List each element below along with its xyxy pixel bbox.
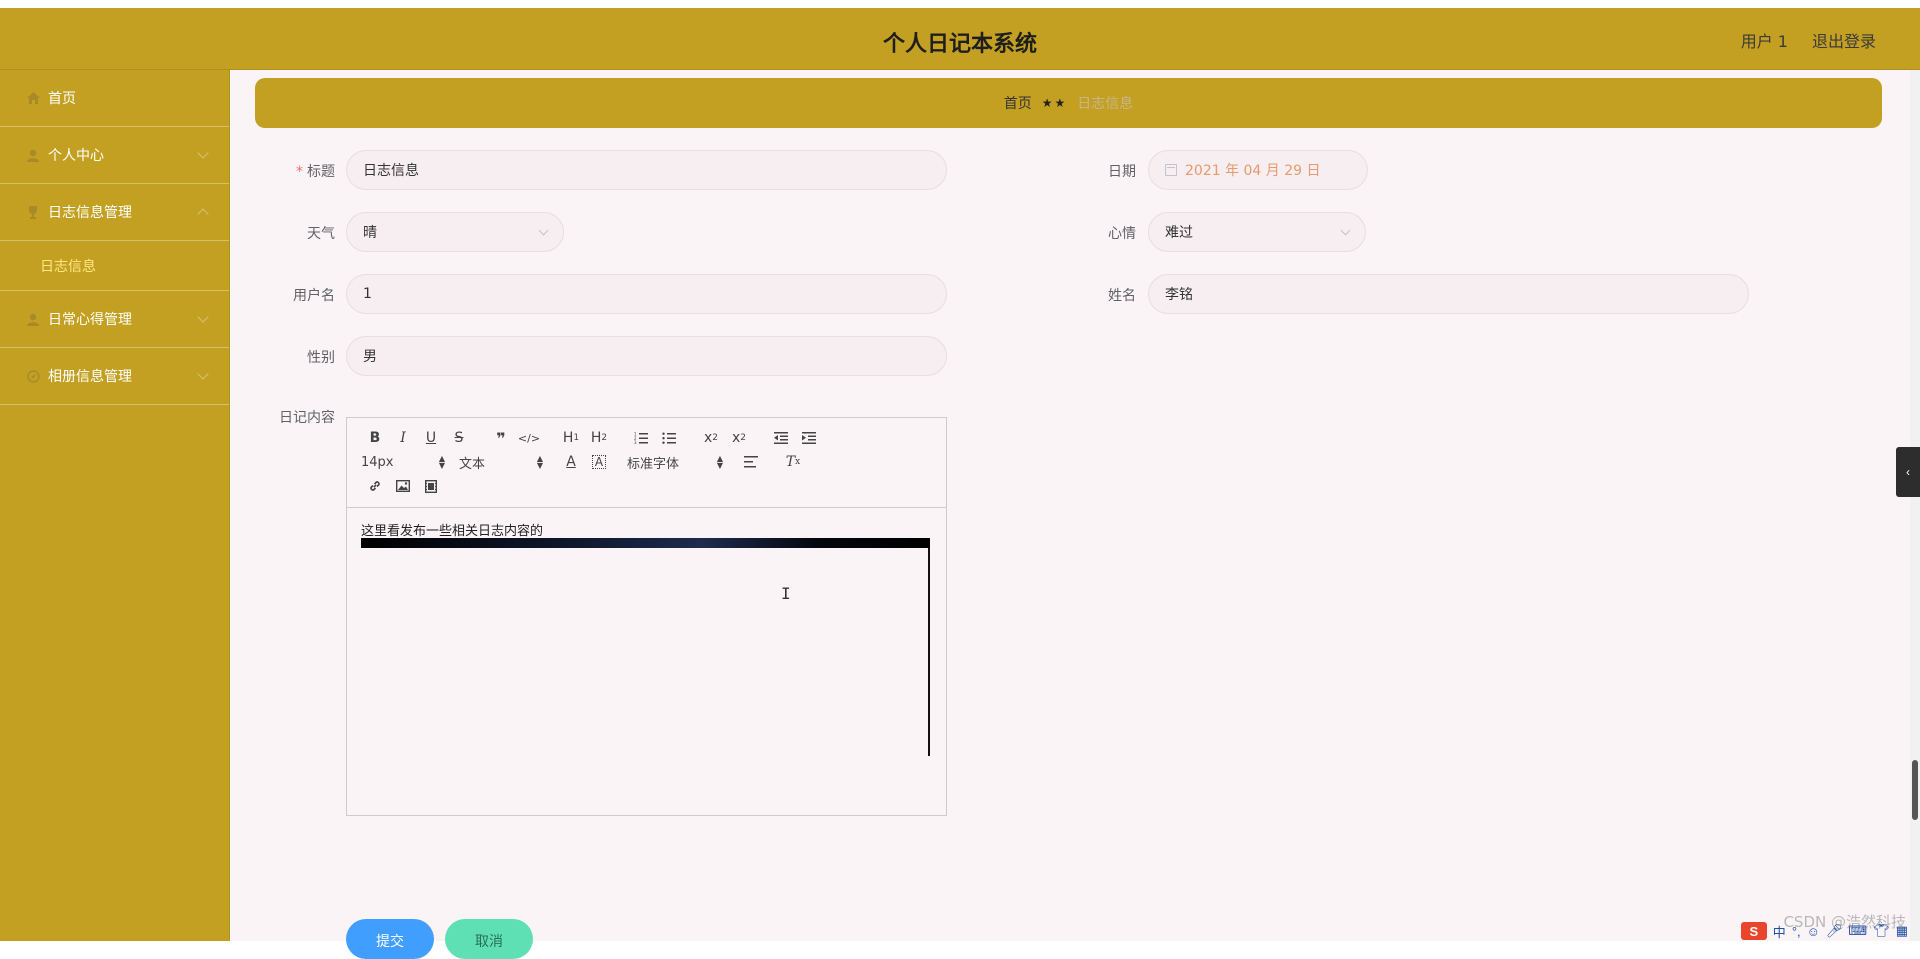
- rich-text-editor: B I U S ❞ </> H1 H2 123 x2 x2 14px ▲ ▼ 文…: [346, 417, 947, 816]
- sidebar-item-insights-manage[interactable]: 日常心得管理: [0, 291, 229, 348]
- title-input[interactable]: 日志信息: [346, 150, 947, 190]
- underline-button[interactable]: U: [417, 427, 445, 449]
- svg-text:3: 3: [634, 440, 637, 444]
- weather-label: 天气: [307, 226, 335, 242]
- chevron-left-icon: ‹: [1906, 465, 1910, 479]
- page-scrollbar[interactable]: [1910, 70, 1920, 941]
- sidebar-item-home[interactable]: 首页: [0, 70, 229, 127]
- breadcrumb: 首页 ★★ 日志信息: [255, 78, 1882, 128]
- emoji-icon[interactable]: ☺: [1807, 924, 1820, 939]
- user-icon: [26, 312, 40, 326]
- subscript-button[interactable]: x2: [697, 427, 725, 449]
- header: 个人日记本系统 用户 1 退出登录: [0, 8, 1920, 70]
- required-mark: *: [296, 164, 303, 180]
- keyboard-icon[interactable]: ⌨: [1848, 923, 1867, 939]
- strike-button[interactable]: S: [445, 427, 473, 449]
- font-family-picker[interactable]: 标准字体 ▲ ▼: [627, 453, 723, 472]
- breadcrumb-current: 日志信息: [1077, 96, 1134, 112]
- editor-content[interactable]: 这里看发布一些相关日志内容的 I: [347, 508, 946, 815]
- heading1-button[interactable]: H1: [557, 427, 585, 449]
- date-picker[interactable]: 2021 年 04 月 29 日: [1148, 150, 1368, 190]
- username-input[interactable]: 1: [346, 274, 947, 314]
- sidebar-subitem-diary-info[interactable]: 日志信息: [0, 241, 229, 291]
- background-color-icon[interactable]: A: [592, 455, 606, 469]
- chevron-up-icon: [197, 208, 209, 220]
- ime-lang[interactable]: 中: [1773, 922, 1786, 941]
- chevron-down-icon: [538, 225, 549, 236]
- gender-label: 性别: [307, 350, 335, 366]
- chevron-down-icon: [197, 147, 209, 159]
- sidebar-item-profile[interactable]: 个人中心: [0, 127, 229, 184]
- name-label: 姓名: [1108, 288, 1136, 304]
- italic-button[interactable]: I: [389, 427, 417, 449]
- chevron-down-icon: [197, 368, 209, 380]
- ime-logo-icon[interactable]: S: [1740, 922, 1767, 940]
- sidebar-item-label: 个人中心: [48, 148, 104, 164]
- top-strip: [0, 0, 1920, 8]
- embedded-image: [361, 538, 930, 756]
- gender-input[interactable]: 男: [346, 336, 947, 376]
- user-icon: [26, 148, 40, 162]
- align-icon[interactable]: [737, 451, 765, 473]
- mood-label: 心情: [1108, 226, 1136, 242]
- outdent-button[interactable]: [767, 427, 795, 449]
- text-color-icon[interactable]: A: [557, 451, 585, 473]
- chevron-down-icon: [197, 311, 209, 323]
- chevron-down-icon: [1340, 225, 1351, 236]
- weather-select[interactable]: 晴: [346, 212, 564, 252]
- submit-button[interactable]: 提交: [346, 919, 434, 959]
- punctuation-icon[interactable]: °,: [1792, 924, 1801, 939]
- content-label: 日记内容: [279, 410, 335, 426]
- bold-button[interactable]: B: [361, 427, 389, 449]
- text-cursor-icon: I: [781, 584, 791, 603]
- clear-format-icon[interactable]: Tx: [779, 451, 807, 473]
- editor-text: 这里看发布一些相关日志内容的: [361, 524, 544, 539]
- sidebar-item-album-manage[interactable]: 相册信息管理: [0, 348, 229, 405]
- header-picker[interactable]: 文本 ▲ ▼: [459, 453, 543, 472]
- sidebar-item-label: 首页: [48, 91, 76, 107]
- username-label: 用户名: [293, 288, 335, 304]
- current-user[interactable]: 用户 1: [1741, 28, 1788, 52]
- breadcrumb-home[interactable]: 首页: [1004, 93, 1032, 113]
- breadcrumb-separator: ★★: [1041, 96, 1068, 110]
- collapse-tab[interactable]: ‹: [1896, 447, 1920, 497]
- microphone-icon[interactable]: 🎤︎: [1826, 923, 1843, 939]
- logout-link[interactable]: 退出登录: [1812, 28, 1876, 52]
- compass-icon: [26, 369, 40, 383]
- mood-select[interactable]: 难过: [1148, 212, 1366, 252]
- title-label: * 标题: [296, 164, 335, 180]
- trophy-icon: [26, 205, 40, 219]
- link-icon[interactable]: [361, 475, 389, 497]
- sidebar-item-label: 日常心得管理: [48, 312, 132, 328]
- sidebar: 首页 个人中心 日志信息管理 日志信息 日常心得管理 相册信息管理: [0, 70, 230, 941]
- sidebar-item-label: 相册信息管理: [48, 369, 132, 385]
- sidebar-item-diary-manage[interactable]: 日志信息管理: [0, 184, 229, 241]
- image-band: [361, 538, 930, 548]
- superscript-button[interactable]: x2: [725, 427, 753, 449]
- ime-toolbar: S 中 °, ☺ 🎤︎ ⌨ 👕︎ ▦: [1740, 921, 1908, 941]
- font-size-picker[interactable]: 14px ▲ ▼: [361, 455, 445, 470]
- name-input[interactable]: 李铭: [1148, 274, 1749, 314]
- ordered-list-button[interactable]: 123: [627, 427, 655, 449]
- editor-toolbar: B I U S ❞ </> H1 H2 123 x2 x2 14px ▲ ▼ 文…: [347, 418, 946, 508]
- home-icon: [26, 91, 40, 105]
- bullet-list-button[interactable]: [655, 427, 683, 449]
- heading2-button[interactable]: H2: [585, 427, 613, 449]
- page-title: 个人日记本系统: [882, 32, 1037, 57]
- blockquote-button[interactable]: ❞: [487, 427, 515, 449]
- grid-icon[interactable]: ▦: [1896, 923, 1908, 939]
- scrollbar-thumb[interactable]: [1912, 760, 1918, 820]
- cancel-button[interactable]: 取消: [445, 919, 533, 959]
- skin-icon[interactable]: 👕︎: [1873, 923, 1890, 939]
- code-block-button[interactable]: </>: [515, 427, 543, 449]
- calendar-icon: [1165, 164, 1177, 176]
- indent-button[interactable]: [795, 427, 823, 449]
- video-icon[interactable]: [417, 475, 445, 497]
- sidebar-item-label: 日志信息管理: [48, 205, 132, 221]
- image-icon[interactable]: [389, 475, 417, 497]
- date-label: 日期: [1108, 164, 1136, 180]
